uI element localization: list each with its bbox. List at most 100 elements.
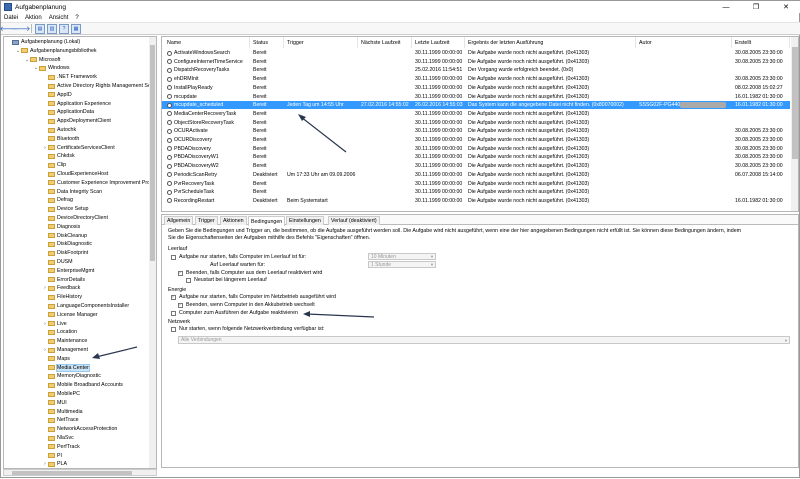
tree-item[interactable]: MUI xyxy=(42,399,67,407)
tree-item[interactable]: Customer Experience Improvement Pro xyxy=(42,179,150,187)
maximize-button[interactable]: ❐ xyxy=(741,1,771,13)
tab[interactable]: Allgemein xyxy=(164,216,194,225)
menu-datei[interactable]: Datei xyxy=(4,15,18,21)
tree-item[interactable]: NetTrace xyxy=(42,416,79,424)
power-battery-checkbox[interactable]: ✓ xyxy=(178,303,183,308)
column-header[interactable]: Status xyxy=(250,37,284,48)
table-row[interactable]: RecordingRestart Deaktiviert Beim Systemst… xyxy=(162,197,790,205)
tree-item[interactable]: Diagnosis xyxy=(42,223,80,231)
tree-item[interactable]: PI xyxy=(42,452,62,460)
tree-item[interactable]: License Manager xyxy=(42,311,98,319)
tab[interactable]: Verlauf (deaktiviert) xyxy=(328,216,380,225)
tree-vertical-scrollbar[interactable] xyxy=(149,37,156,468)
tree-item[interactable]: Device Setup xyxy=(42,205,89,213)
tab[interactable]: Bedingungen xyxy=(248,216,286,226)
forward-button[interactable]: 🡒 xyxy=(12,24,31,34)
tree-item[interactable]: LanguageComponentsInstaller xyxy=(42,302,129,310)
menu-aktion[interactable]: Aktion xyxy=(25,15,42,21)
column-header[interactable]: Letzte Laufzeit xyxy=(412,37,465,48)
tree-item[interactable]: Mobile Broadband Accounts xyxy=(42,381,123,389)
tree-item[interactable]: Clip xyxy=(42,161,66,169)
column-header[interactable]: Nächste Laufzeit xyxy=(358,37,412,48)
idle-wait-select[interactable]: 1 Stunde ▼ xyxy=(368,261,436,268)
tree-item[interactable]: ⌄ Windows xyxy=(33,64,70,72)
column-header[interactable]: Ergebnis der letzten Ausführung xyxy=(465,37,636,48)
scrollbar-thumb[interactable] xyxy=(792,47,798,159)
tree-item[interactable]: MemoryDiagnostic xyxy=(42,372,101,380)
column-header[interactable]: Autor xyxy=(636,37,732,48)
tab[interactable]: Aktionen xyxy=(220,216,247,225)
tree-item[interactable]: DiskDiagnostic xyxy=(42,240,92,248)
tree-item[interactable]: Data Integrity Scan xyxy=(42,188,102,196)
column-header[interactable]: Trigger xyxy=(284,37,358,48)
task-list-scrollbar[interactable] xyxy=(791,37,798,211)
tree-item[interactable]: ErrorDetails xyxy=(42,276,85,284)
tree-item[interactable]: ⌄ Microsoft xyxy=(24,56,61,64)
table-row[interactable]: mcupdate Bereit 30.11.1999 00:00:00 Die Auf… xyxy=(162,93,790,101)
tree-item[interactable]: Location xyxy=(42,328,77,336)
tree-item[interactable]: PerfTrack xyxy=(42,443,80,451)
column-header[interactable]: Name xyxy=(164,37,250,48)
table-row[interactable]: OCURDiscovery Bereit 30.11.1999 00:00:00 Di… xyxy=(162,136,790,144)
table-row[interactable]: MediaCenterRecoveryTask Bereit 30.11.1999 … xyxy=(162,110,790,118)
tab[interactable]: Trigger xyxy=(195,216,218,225)
table-row[interactable]: PeriodicScanRetry Deaktiviert Um 17:33 Uhr… xyxy=(162,171,790,179)
table-row[interactable]: ConfigureInternetTimeService Bereit 30.11.… xyxy=(162,58,790,66)
tree-item[interactable]: › Feedback xyxy=(42,284,80,292)
table-row[interactable]: PBDADiscoveryW1 Bereit 30.11.1999 00:00:00… xyxy=(162,153,790,161)
table-row[interactable]: PvrScheduleTask Bereit 30.11.1999 00:00:00… xyxy=(162,188,790,196)
idle-start-checkbox[interactable] xyxy=(171,255,176,260)
tree-item[interactable]: NlaSvc xyxy=(42,434,74,442)
table-row[interactable]: DispatchRecoveryTasks Bereit 25.02.2016 11… xyxy=(162,66,790,74)
tree-item[interactable]: Active Directory Rights Management Se xyxy=(42,82,151,90)
power-ac-checkbox[interactable]: ✓ xyxy=(171,295,176,300)
table-row[interactable]: ObjectStoreRecoveryTask Bereit 30.11.1999 … xyxy=(162,119,790,127)
close-button[interactable]: ✕ xyxy=(771,1,800,13)
table-row[interactable]: ehDRMInit Bereit 30.11.1999 00:00:00 Die Au… xyxy=(162,75,790,83)
idle-duration-select[interactable]: 10 Minuten ▼ xyxy=(368,253,436,260)
help-button[interactable]: ? xyxy=(59,23,69,34)
tree-item[interactable]: Chkdsk xyxy=(42,152,75,160)
table-row[interactable]: PvrRecoveryTask Bereit 30.11.1999 00:00:00… xyxy=(162,180,790,188)
tree-item[interactable]: EnterpriseMgmt xyxy=(42,267,94,275)
table-row[interactable]: OCURActivate Bereit 30.11.1999 00:00:00 Die… xyxy=(162,127,790,135)
tree-item[interactable]: NetworkAccessProtection xyxy=(42,425,117,433)
tree-item[interactable]: Application Experience xyxy=(42,100,111,108)
network-connection-select[interactable]: Alle Verbindungen ▼ xyxy=(178,336,790,344)
tree-item[interactable]: Autochk xyxy=(42,126,76,134)
network-start-checkbox[interactable] xyxy=(171,327,176,332)
tree-item[interactable]: MobilePC xyxy=(42,390,80,398)
table-row[interactable]: PBDADiscovery Bereit 30.11.1999 00:00:00 Di… xyxy=(162,145,790,153)
tree-item[interactable]: ApplicationData xyxy=(42,108,94,116)
tree-item[interactable]: ⌄ Aufgabenplanungsbibliothek xyxy=(15,47,97,55)
table-row[interactable]: InstallPlayReady Bereit 30.11.1999 00:00:0… xyxy=(162,84,790,92)
table-row[interactable]: PBDADiscoveryW2 Bereit 30.11.1999 00:00:00… xyxy=(162,162,790,170)
tree-item[interactable]: DUSM xyxy=(42,258,73,266)
tree-item[interactable]: Multimedia xyxy=(42,408,83,416)
tree-item[interactable]: AppID xyxy=(42,91,72,99)
minimize-button[interactable]: — xyxy=(711,1,741,13)
tree-item[interactable]: CloudExperienceHost xyxy=(42,170,108,178)
tree-item[interactable]: Aufgabenplanung (Lokal) xyxy=(6,38,80,46)
tree-item[interactable]: › PLA xyxy=(42,460,67,468)
idle-stop-checkbox[interactable]: ✓ xyxy=(178,271,183,276)
tree-item[interactable]: FileHistory xyxy=(42,293,82,301)
tree-item[interactable]: Media Center xyxy=(42,363,90,372)
tree-item[interactable]: .NET Framework xyxy=(42,73,97,81)
tree-item[interactable]: Maintenance xyxy=(42,337,87,345)
tree-item[interactable]: AppxDeploymentClient xyxy=(42,117,111,125)
tree-item[interactable]: › Live xyxy=(42,320,67,328)
tree-item[interactable]: DiskCleanup xyxy=(42,232,87,240)
tree-item[interactable]: Maps xyxy=(42,355,70,363)
menu-ansicht[interactable]: Ansicht xyxy=(49,15,69,21)
menu-help[interactable]: ? xyxy=(75,15,78,21)
column-header[interactable]: Erstellt xyxy=(732,37,790,48)
idle-restart-checkbox[interactable] xyxy=(186,278,191,283)
tree-item[interactable]: › CertificateServicesClient xyxy=(42,144,115,152)
show-hide-tree-button[interactable]: ▥ xyxy=(47,23,57,34)
table-row[interactable]: mcupdate_scheduled Bereit Jeden Tag um 14:… xyxy=(162,101,790,110)
scrollbar-thumb[interactable] xyxy=(12,471,132,475)
power-wake-checkbox[interactable] xyxy=(171,311,176,316)
tree-item[interactable]: › Management xyxy=(42,346,88,354)
tree-item[interactable]: DeviceDirectoryClient xyxy=(42,214,108,222)
